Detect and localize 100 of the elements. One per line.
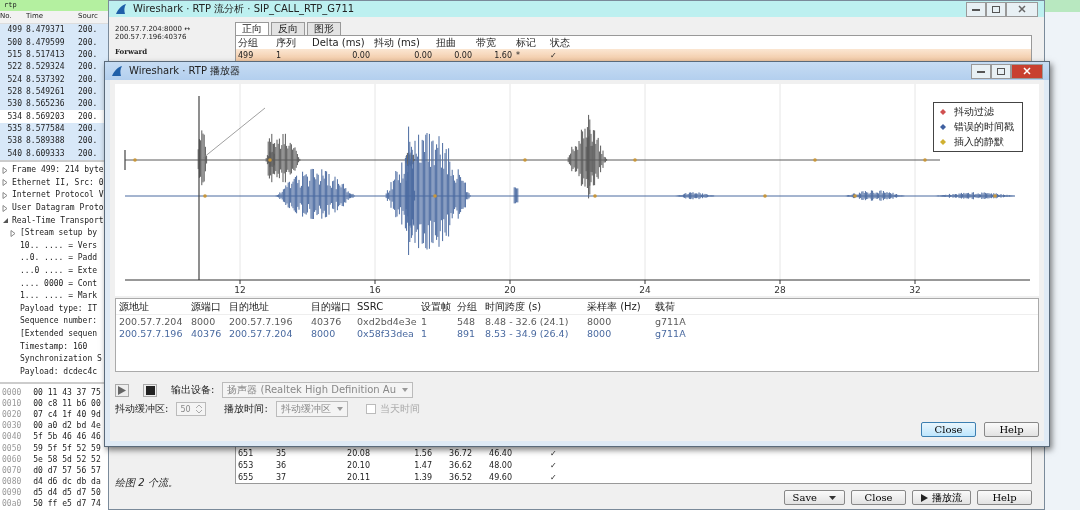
playback-timing-dropdown[interactable]: 抖动缓冲区 bbox=[275, 401, 348, 417]
column-header[interactable]: 标记 bbox=[514, 35, 548, 50]
minimize-icon[interactable] bbox=[972, 6, 980, 12]
table-cell-text: 200. bbox=[77, 38, 98, 47]
tab[interactable]: 正向 bbox=[235, 22, 269, 35]
tree-item[interactable]: [Extended sequen bbox=[20, 329, 98, 338]
jitter-buffer-spinbox[interactable]: 50 bbox=[176, 402, 207, 416]
axis-tick-label: 28 bbox=[774, 285, 786, 295]
tree-item[interactable]: 1... .... = Mark bbox=[20, 292, 98, 301]
close-button[interactable] bbox=[1011, 63, 1043, 79]
tree-item[interactable]: ..0. .... = Padd bbox=[20, 254, 98, 263]
play-stream-button[interactable]: 播放流 bbox=[912, 490, 971, 505]
minimize-button[interactable] bbox=[966, 1, 986, 17]
table-cell-text: 200. bbox=[77, 50, 98, 59]
column-header[interactable]: 目的端口 bbox=[308, 299, 354, 314]
collapsed-arrow-icon[interactable] bbox=[2, 166, 9, 174]
tab[interactable]: 反向 bbox=[271, 22, 305, 35]
table-cell-text: 8.48 - 32.6 (24.1) bbox=[484, 315, 570, 327]
axis-tick-label: 16 bbox=[369, 285, 381, 295]
table-cell-text: 8000 bbox=[586, 315, 613, 327]
column-header[interactable]: SSRC bbox=[354, 301, 418, 312]
table-cell-text: 36.52 bbox=[448, 472, 473, 482]
hex-offset: 0060 bbox=[2, 455, 22, 464]
column-header[interactable]: 状态 bbox=[548, 35, 578, 50]
column-header[interactable]: 源地址 bbox=[116, 299, 188, 314]
table-row[interactable]: 655 37 20.11 1.39 36.52 49.60 ✓ bbox=[236, 471, 1031, 483]
column-header[interactable]: Delta (ms) bbox=[310, 37, 372, 48]
tree-item[interactable]: [Stream setup by bbox=[20, 229, 98, 238]
tree-item[interactable]: Internet Protocol V bbox=[12, 191, 104, 200]
minimize-icon[interactable] bbox=[977, 68, 985, 74]
collapsed-arrow-icon[interactable] bbox=[2, 191, 9, 199]
collapsed-arrow-icon[interactable] bbox=[2, 179, 9, 187]
close-icon[interactable] bbox=[1018, 5, 1026, 13]
column-header[interactable]: 时间跨度 (s) bbox=[482, 299, 584, 314]
expanded-arrow-icon[interactable] bbox=[2, 217, 9, 225]
column-header[interactable]: 扭曲 bbox=[434, 35, 474, 50]
play-icon[interactable] bbox=[921, 493, 928, 502]
maximize-icon[interactable] bbox=[997, 67, 1005, 75]
table-cell-text: 200.57.7.204 bbox=[228, 327, 294, 339]
column-header[interactable]: 目的地址 bbox=[226, 299, 308, 314]
table-cell-text: 499 bbox=[237, 50, 255, 60]
table-row[interactable]: 653 36 20.10 1.47 36.62 48.00 ✓ bbox=[236, 459, 1031, 471]
save-button[interactable]: Save bbox=[783, 490, 845, 505]
tree-item[interactable]: Frame 499: 214 byte bbox=[12, 166, 104, 175]
column-header[interactable]: 采样率 (Hz) bbox=[584, 299, 652, 314]
tree-item[interactable]: Payload type: IT bbox=[20, 304, 98, 313]
hex-offset: 0010 bbox=[2, 399, 22, 408]
dropdown-arrow-icon[interactable] bbox=[336, 407, 343, 411]
tree-item[interactable]: User Datagram Proto bbox=[12, 204, 104, 212]
close-button[interactable]: Close bbox=[921, 422, 976, 437]
column-header[interactable]: 分组 bbox=[236, 35, 274, 50]
column-header[interactable]: 带宽 bbox=[474, 35, 514, 50]
collapsed-arrow-icon[interactable] bbox=[10, 229, 17, 237]
marker-dot bbox=[853, 194, 857, 198]
tab[interactable]: 图形 bbox=[307, 22, 341, 35]
table-cell-text: 891 bbox=[456, 327, 477, 339]
table-cell-text: 36.62 bbox=[448, 460, 473, 470]
packet-row[interactable]: 500 8.479599 200. bbox=[0, 36, 108, 49]
tree-item[interactable]: Synchronization S bbox=[20, 355, 102, 364]
collapsed-arrow-icon[interactable] bbox=[2, 204, 9, 212]
table-cell-text: 36 bbox=[275, 460, 288, 470]
table-row[interactable]: 651 35 20.08 1.56 36.72 46.40 ✓ bbox=[236, 447, 1031, 459]
maximize-icon[interactable] bbox=[992, 5, 1000, 13]
close-button[interactable] bbox=[1006, 1, 1038, 17]
table-cell-text: 524 bbox=[6, 75, 22, 84]
column-header[interactable]: 源端口 bbox=[188, 299, 226, 314]
column-header[interactable]: 序列 bbox=[274, 35, 310, 50]
tree-item[interactable]: 10.. .... = Vers bbox=[20, 241, 98, 250]
table-cell-text: 8.549261 bbox=[25, 87, 66, 96]
marker-dot bbox=[268, 158, 272, 162]
table-cell-text: 8000 bbox=[586, 327, 613, 339]
close-button[interactable]: Close bbox=[851, 490, 906, 505]
maximize-button[interactable] bbox=[991, 63, 1011, 79]
caret-icon[interactable] bbox=[829, 495, 836, 500]
table-cell-text: 35 bbox=[275, 448, 288, 458]
help-button[interactable]: Help bbox=[977, 490, 1032, 505]
tree-item[interactable]: Real-Time Transport bbox=[12, 216, 104, 225]
column-header[interactable]: 设置帧 bbox=[418, 299, 454, 314]
tree-item[interactable]: Ethernet II, Src: 0 bbox=[12, 178, 104, 187]
table-cell-text: 1 bbox=[420, 327, 429, 339]
table-cell-text: 1 bbox=[420, 315, 429, 327]
maximize-button[interactable] bbox=[986, 1, 1006, 17]
output-device-label: 输出设备: bbox=[171, 383, 215, 397]
tree-item[interactable]: Sequence number: bbox=[20, 317, 98, 326]
column-header[interactable]: 载荷 bbox=[652, 299, 692, 314]
packet-row[interactable]: 534 8.569203 200. bbox=[0, 110, 108, 123]
dropdown-arrow-icon[interactable] bbox=[402, 388, 408, 392]
playback-timing-label: 播放时间: bbox=[224, 402, 268, 416]
table-cell-text: 530 bbox=[6, 100, 22, 109]
help-button[interactable]: Help bbox=[984, 422, 1039, 437]
table-cell-text: g711A bbox=[654, 327, 687, 339]
tree-item[interactable]: Payload: dcdec4c bbox=[20, 367, 98, 376]
table-cell-text: 200. bbox=[77, 125, 98, 133]
column-header[interactable]: 分组 bbox=[454, 299, 482, 314]
minimize-button[interactable] bbox=[971, 63, 991, 79]
tree-item[interactable]: ...0 .... = Exte bbox=[20, 266, 98, 275]
table-row[interactable]: 499 1 0.00 0.00 0.00 1.60 * ✓ bbox=[236, 49, 1031, 61]
column-header[interactable]: 抖动 (ms) bbox=[372, 35, 434, 50]
tree-item[interactable]: .... 0000 = Cont bbox=[20, 279, 98, 288]
tree-item[interactable]: Timestamp: 160 bbox=[20, 342, 88, 351]
